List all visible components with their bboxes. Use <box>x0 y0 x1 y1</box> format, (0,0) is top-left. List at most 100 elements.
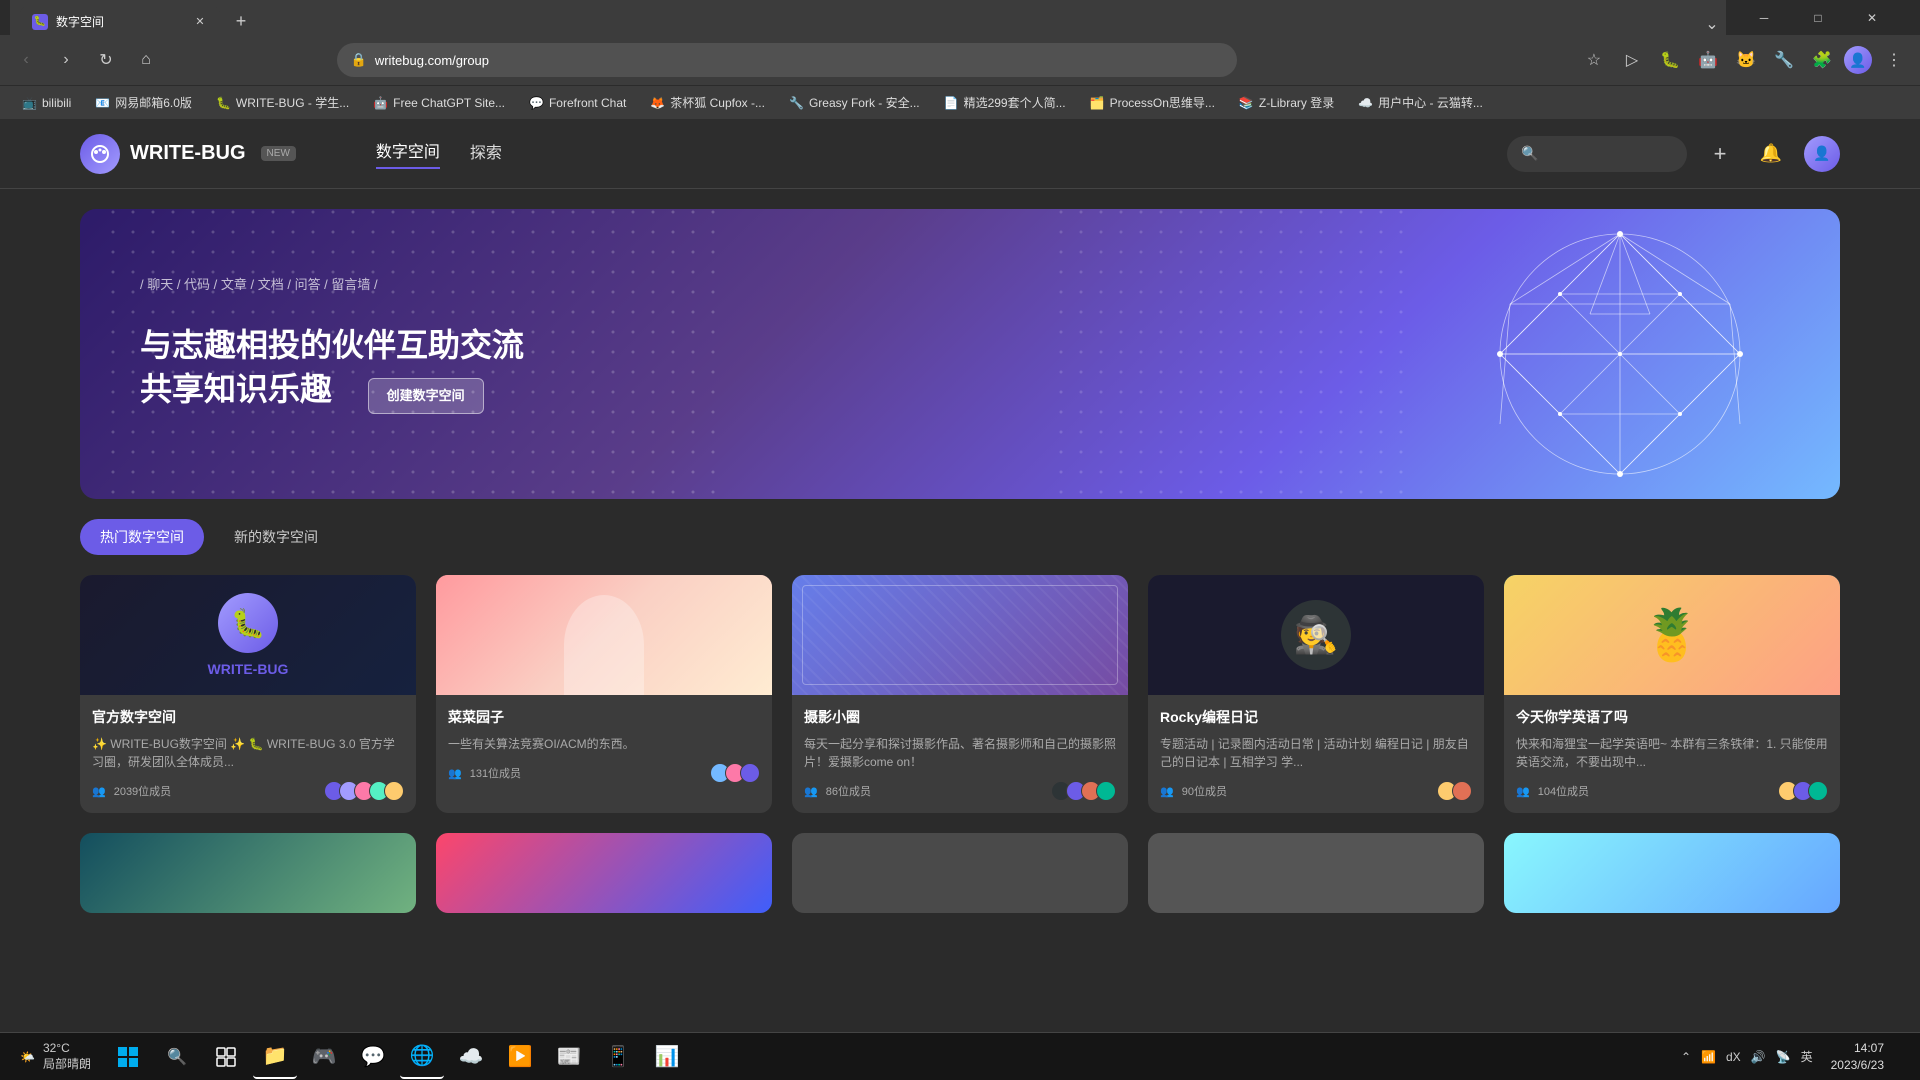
member-icon-2: 👥 <box>448 767 462 780</box>
taskbar-taskview-button[interactable] <box>204 1035 248 1079</box>
nav-explore[interactable]: 探索 <box>470 139 502 168</box>
taskbar-explorer[interactable]: 📁 <box>253 1035 297 1079</box>
card-placeholder5[interactable] <box>1504 833 1840 913</box>
extension3-icon[interactable]: 🐱 <box>1730 44 1762 76</box>
extensions-button[interactable]: 🧩 <box>1806 44 1838 76</box>
input-method-indicator[interactable]: 英 <box>1801 1048 1813 1065</box>
taskbar-kplayer[interactable]: ▶️ <box>498 1035 542 1079</box>
card-placeholder5-image <box>1504 833 1840 913</box>
bookmark-processon[interactable]: 🗂️ ProcessOn思维导... <box>1080 90 1225 116</box>
search-icon: 🔍 <box>1521 145 1538 162</box>
card-photo[interactable]: 摄影小圈 每天一起分享和探讨摄影作品、著名摄影师和自己的摄影照片！爱摄影come… <box>792 575 1128 813</box>
taskbar-search-button[interactable]: 🔍 <box>155 1035 199 1079</box>
forward-button[interactable]: › <box>50 44 82 76</box>
card-photo-footer: 👥 86位成员 <box>804 781 1116 801</box>
wangyi-icon: 📧 <box>95 96 110 110</box>
taskbar-start-button[interactable] <box>106 1035 150 1079</box>
bookmark-star-icon[interactable]: ☆ <box>1578 44 1610 76</box>
nav-digital-space[interactable]: 数字空间 <box>376 138 440 169</box>
address-bar[interactable]: 🔒 writebug.com/group <box>337 43 1237 77</box>
system-clock[interactable]: 14:07 2023/6/23 <box>1821 1040 1894 1074</box>
minimize-button[interactable]: ─ <box>1741 3 1787 33</box>
tab-new-spaces[interactable]: 新的数字空间 <box>214 519 338 555</box>
card-rocky-footer: 👥 90位成员 <box>1160 781 1472 801</box>
card-veggie-desc: 一些有关算法竞赛OI/ACM的东西。 <box>448 735 760 753</box>
taskbar-mobile[interactable]: 📱 <box>596 1035 640 1079</box>
home-button[interactable]: ⌂ <box>130 44 162 76</box>
card-english-desc: 快来和海狸宝一起学英语吧~ 本群有三条铁律：1. 只能使用英语交流，不要出现中.… <box>1516 735 1828 771</box>
menu-button[interactable]: ⋮ <box>1878 44 1910 76</box>
writebug-bm-icon: 🐛 <box>216 96 231 110</box>
taskbar-wechat[interactable]: 💬 <box>351 1035 395 1079</box>
card-english[interactable]: 🍍 今天你学英语了吗 快来和海狸宝一起学英语吧~ 本群有三条铁律：1. 只能使用… <box>1504 575 1840 813</box>
bookmark-cupfox[interactable]: 🦊 茶杯狐 Cupfox -... <box>640 90 775 116</box>
profile-icon[interactable]: 👤 <box>1844 46 1872 74</box>
card-veggie-members: 131位成员 <box>470 765 521 781</box>
tab-bar: 🐛 数字空间 ✕ + ⌄ <box>10 0 1726 38</box>
new-tab-button[interactable]: + <box>225 6 257 38</box>
create-space-button[interactable]: 创建数字空间 <box>368 378 484 414</box>
notification-bell-icon[interactable]: 🔔 <box>1753 136 1789 172</box>
browser-chrome: 🐛 数字空间 ✕ + ⌄ ─ □ ✕ ‹ › ↻ ⌂ 🔒 writebug.co… <box>0 0 1920 119</box>
tab-close-button[interactable]: ✕ <box>192 14 208 30</box>
card-english-title: 今天你学英语了吗 <box>1516 707 1828 727</box>
site-header: WRITE-BUG NEW 数字空间 探索 🔍 + 🔔 👤 <box>0 119 1920 189</box>
zlibrary-icon: 📚 <box>1239 96 1254 110</box>
bookmark-bilibili[interactable]: 📺 bilibili <box>12 90 81 116</box>
card-english-avatars <box>1783 781 1828 801</box>
taskbar-redapp[interactable]: 📰 <box>547 1035 591 1079</box>
address-bar-row: ‹ › ↻ ⌂ 🔒 writebug.com/group ☆ ▷ 🐛 🤖 🐱 🔧… <box>0 35 1920 85</box>
card-veggie-footer: 👥 131位成员 <box>448 763 760 783</box>
bookmark-chatgpt[interactable]: 🤖 Free ChatGPT Site... <box>363 90 515 116</box>
banner-content: / 聊天 / 代码 / 文章 / 文档 / 问答 / 留言墙 / 与志趣相投的伙… <box>140 274 524 435</box>
tray-up-arrow[interactable]: ⌃ <box>1681 1050 1691 1064</box>
card-placeholder3[interactable] <box>792 833 1128 913</box>
maximize-button[interactable]: □ <box>1795 3 1841 33</box>
bookmark-wangyi[interactable]: 📧 网易邮箱6.0版 <box>85 90 202 116</box>
bookmark-greasyfork[interactable]: 🔧 Greasy Fork - 安全... <box>779 90 930 116</box>
bookmarks-bar: 📺 bilibili 📧 网易邮箱6.0版 🐛 WRITE-BUG - 学生..… <box>0 85 1920 119</box>
card-official-members: 2039位成员 <box>114 783 171 799</box>
bookmark-writebug[interactable]: 🐛 WRITE-BUG - 学生... <box>206 90 359 116</box>
taskbar-game-icon[interactable]: 🎮 <box>302 1035 346 1079</box>
bookmark-usercenter[interactable]: ☁️ 用户中心 - 云猫转... <box>1348 90 1493 116</box>
weather-info: 32°C 局部晴朗 <box>43 1041 91 1072</box>
taskbar-excel[interactable]: 📊 <box>645 1035 689 1079</box>
banner-breadcrumb: / 聊天 / 代码 / 文章 / 文档 / 问答 / 留言墙 / <box>140 274 524 293</box>
tab-hot-spaces[interactable]: 热门数字空间 <box>80 519 204 555</box>
card-veggie-body: 菜菜园子 一些有关算法竞赛OI/ACM的东西。 👥 131位成员 <box>436 695 772 795</box>
active-tab[interactable]: 🐛 数字空间 ✕ <box>20 6 220 38</box>
bookmark-resume[interactable]: 📄 精选299套个人简... <box>934 90 1076 116</box>
tab-favicon: 🐛 <box>32 14 48 30</box>
site-logo-badge: NEW <box>261 146 296 161</box>
close-button[interactable]: ✕ <box>1849 3 1895 33</box>
weather-icon: 🌤️ <box>20 1050 35 1064</box>
cast-icon[interactable]: ▷ <box>1616 44 1648 76</box>
resume-icon: 📄 <box>944 96 959 110</box>
bookmark-forefront[interactable]: 💬 Forefront Chat <box>519 90 636 116</box>
card-anime[interactable] <box>436 833 772 913</box>
reload-button[interactable]: ↻ <box>90 44 122 76</box>
tab-list-button[interactable]: ⌄ <box>1698 10 1726 38</box>
site-logo-icon[interactable] <box>80 134 120 174</box>
taskbar-onedrive[interactable]: ☁️ <box>449 1035 493 1079</box>
taskbar-chrome[interactable]: 🌐 <box>400 1035 444 1079</box>
card-photo-image <box>792 575 1128 695</box>
usercenter-icon: ☁️ <box>1358 96 1373 110</box>
extension2-icon[interactable]: 🤖 <box>1692 44 1724 76</box>
header-search-box[interactable]: 🔍 <box>1507 136 1687 172</box>
show-desktop-button[interactable] <box>1902 1033 1910 1080</box>
bookmark-zlibrary[interactable]: 📚 Z-Library 登录 <box>1229 90 1344 116</box>
card-placeholder4[interactable] <box>1148 833 1484 913</box>
card-veggie[interactable]: 菜菜园子 一些有关算法竞赛OI/ACM的东西。 👥 131位成员 <box>436 575 772 813</box>
card-rocky[interactable]: 🕵 Rocky编程日记 专题活动 | 记录圈内活动日常 | 活动计划 编程日记 … <box>1148 575 1484 813</box>
card-anime-image <box>436 833 772 913</box>
extension1-icon[interactable]: 🐛 <box>1654 44 1686 76</box>
extension4-icon[interactable]: 🔧 <box>1768 44 1800 76</box>
card-forest[interactable] <box>80 833 416 913</box>
card-placeholder4-image <box>1148 833 1484 913</box>
card-official[interactable]: 🐛 WRITE-BUG 官方数字空间 ✨ WRITE-BUG数字空间 ✨ 🐛 W… <box>80 575 416 813</box>
user-avatar[interactable]: 👤 <box>1804 136 1840 172</box>
back-button[interactable]: ‹ <box>10 44 42 76</box>
add-button[interactable]: + <box>1702 136 1738 172</box>
